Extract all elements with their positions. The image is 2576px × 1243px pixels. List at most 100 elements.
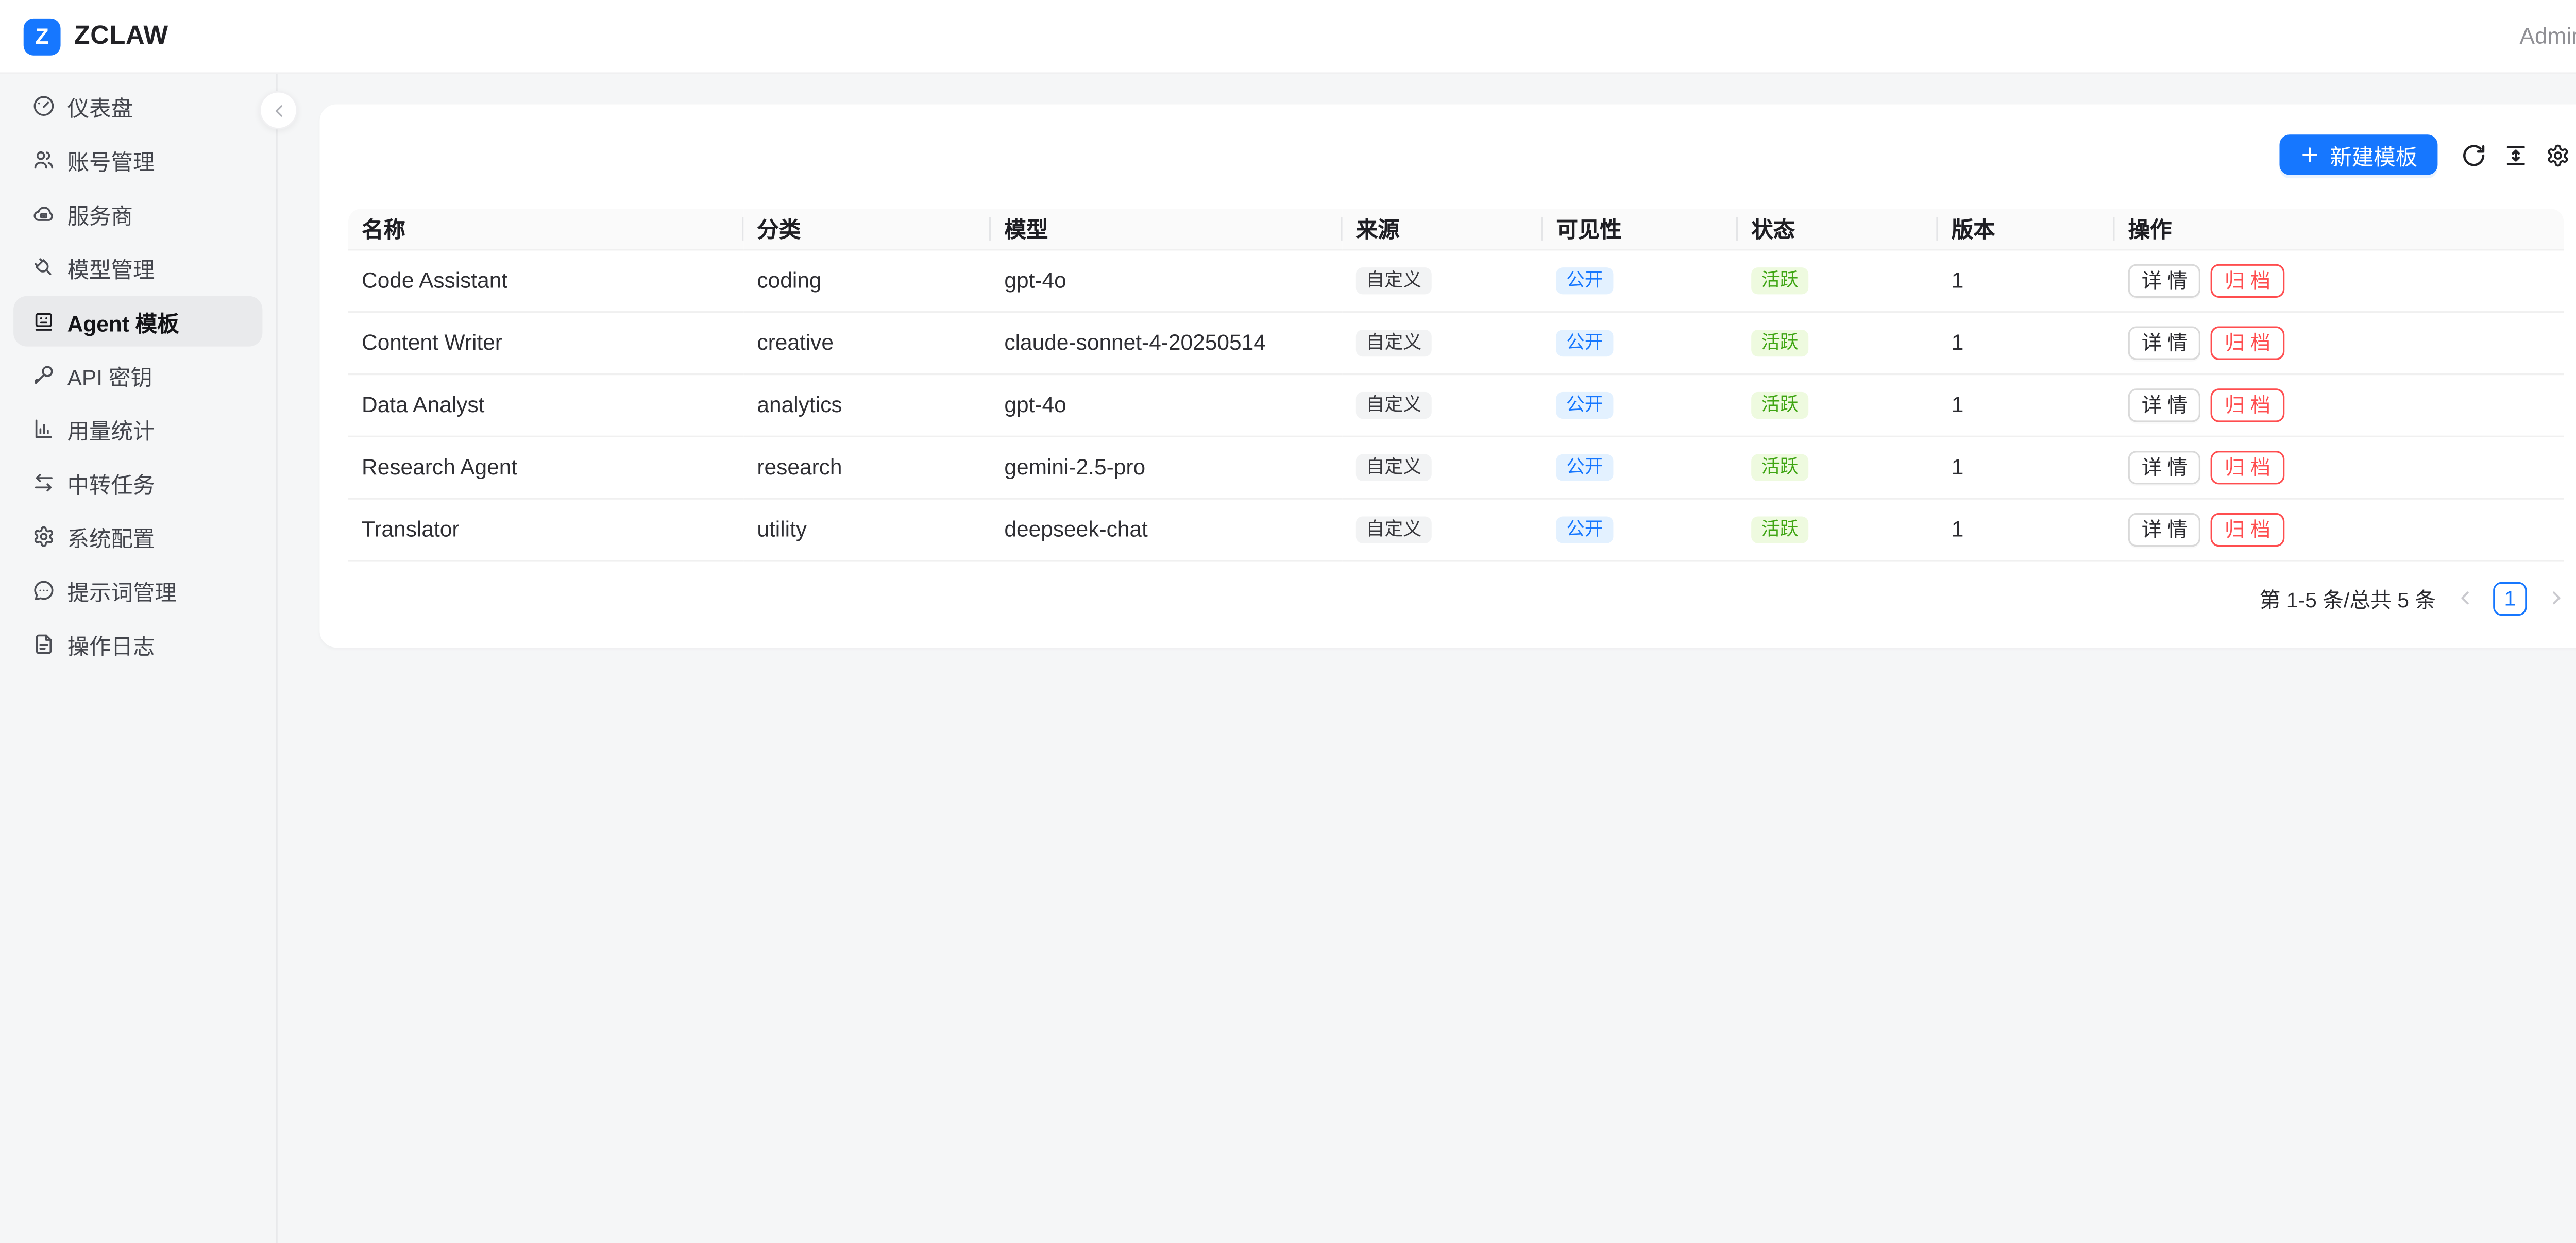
archive-button[interactable]: 归 档 (2211, 263, 2284, 297)
cell-source: 自定义 (1343, 373, 1543, 436)
cell-visibility: 公开 (1543, 436, 1738, 498)
name-text: Content Writer (362, 330, 502, 355)
archive-button[interactable]: 归 档 (2211, 326, 2284, 359)
category-text: research (757, 454, 842, 480)
cell-actions: 详 情归 档 (2114, 249, 2564, 311)
sidebar-item-label: 账号管理 (67, 144, 155, 176)
cell-name: Code Assistant (348, 249, 743, 311)
cell-category: creative (743, 311, 991, 373)
detail-button[interactable]: 详 情 (2128, 263, 2201, 297)
table-header-row: 名称分类模型来源可见性状态版本操作 (348, 209, 2564, 249)
column-header-visibility: 可见性 (1543, 209, 1738, 249)
cell-name: Translator (348, 498, 743, 560)
sidebar-item-message-dots[interactable]: 提示词管理 (13, 565, 262, 616)
visibility-tag: 公开 (1556, 516, 1613, 543)
sidebar-item-gear[interactable]: 系统配置 (13, 512, 262, 562)
app-header: Z ZCLAW Admin (0, 0, 2576, 74)
chevron-left-icon (2455, 589, 2474, 607)
detail-button[interactable]: 详 情 (2128, 512, 2201, 546)
sidebar-item-label: 系统配置 (67, 521, 155, 553)
key-icon (32, 363, 56, 387)
source-tag: 自定义 (1356, 330, 1432, 356)
version-text: 1 (1952, 392, 1964, 417)
detail-button[interactable]: 详 情 (2128, 326, 2201, 359)
status-tag: 活跃 (1751, 516, 1808, 543)
column-header-label: 分类 (757, 217, 801, 243)
status-tag: 活跃 (1751, 267, 1808, 294)
cell-model: gpt-4o (991, 249, 1342, 311)
sidebar-item-gauge[interactable]: 仪表盘 (13, 81, 262, 131)
templates-card: 新建模板 名称分类模型来源可见性状态版本操作 Code Assistantcod… (319, 104, 2576, 648)
table-row: Code Assistantcodinggpt-4o自定义公开活跃1详 情归 档 (348, 249, 2564, 311)
table-toolbar: 新建模板 (348, 134, 2570, 175)
new-template-button[interactable]: 新建模板 (2279, 134, 2437, 175)
model-text: claude-sonnet-4-20250514 (1004, 330, 1265, 355)
sidebar-item-users[interactable]: 账号管理 (13, 134, 262, 185)
cell-source: 自定义 (1343, 249, 1543, 311)
sidebar-item-file-text[interactable]: 操作日志 (13, 619, 262, 670)
column-header-actions: 操作 (2114, 209, 2564, 249)
sidebar-item-label: 模型管理 (67, 251, 155, 283)
density-button[interactable] (2502, 141, 2529, 168)
cell-model: gpt-4o (991, 373, 1342, 436)
version-text: 1 (1952, 454, 1964, 480)
chevron-right-icon (2546, 589, 2565, 607)
detail-button[interactable]: 详 情 (2128, 450, 2201, 483)
gauge-icon (32, 94, 56, 118)
pagination-prev-button[interactable] (2449, 583, 2480, 613)
cell-version: 1 (1938, 373, 2115, 436)
sidebar-item-label: 用量统计 (67, 413, 155, 445)
model-text: gpt-4o (1004, 392, 1066, 417)
cell-status: 活跃 (1738, 373, 1938, 436)
refresh-button[interactable] (2460, 141, 2486, 168)
sidebar-item-label: 服务商 (67, 198, 133, 230)
status-tag: 活跃 (1751, 454, 1808, 481)
column-header-label: 可见性 (1556, 217, 1621, 243)
column-header-status: 状态 (1738, 209, 1938, 249)
pagination-page-1[interactable]: 1 (2493, 581, 2527, 615)
name-text: Data Analyst (362, 392, 484, 417)
source-tag: 自定义 (1356, 392, 1432, 419)
table-settings-button[interactable] (2544, 141, 2570, 168)
cell-status: 活跃 (1738, 249, 1938, 311)
cell-status: 活跃 (1738, 498, 1938, 560)
sidebar-collapse-button[interactable] (259, 91, 298, 129)
visibility-tag: 公开 (1556, 267, 1613, 294)
category-text: creative (757, 330, 834, 355)
pagination-summary: 第 1-5 条/总共 5 条 (2260, 582, 2436, 614)
sidebar-item-cloud-server[interactable]: 服务商 (13, 189, 262, 239)
column-height-icon (2502, 142, 2528, 167)
sidebar-item-bot[interactable]: Agent 模板 (13, 296, 262, 347)
bot-icon (32, 310, 56, 333)
column-header-version: 版本 (1938, 209, 2115, 249)
column-header-label: 模型 (1004, 217, 1048, 243)
cell-visibility: 公开 (1543, 311, 1738, 373)
sidebar-item-transfer[interactable]: 中转任务 (13, 457, 262, 508)
new-template-label: 新建模板 (2330, 139, 2417, 171)
sidebar-item-key[interactable]: API 密钥 (13, 350, 262, 400)
detail-button[interactable]: 详 情 (2128, 388, 2201, 421)
archive-button[interactable]: 归 档 (2211, 450, 2284, 483)
sidebar-item-plug[interactable]: 模型管理 (13, 242, 262, 293)
table-row: Translatorutilitydeepseek-chat自定义公开活跃1详 … (348, 498, 2564, 560)
column-header-label: 名称 (362, 217, 405, 243)
cell-actions: 详 情归 档 (2114, 436, 2564, 498)
cell-version: 1 (1938, 436, 2115, 498)
archive-button[interactable]: 归 档 (2211, 512, 2284, 546)
cell-category: research (743, 436, 991, 498)
brand-logo: Z (24, 18, 61, 55)
column-header-category: 分类 (743, 209, 991, 249)
category-text: coding (757, 267, 821, 293)
model-text: gemini-2.5-pro (1004, 454, 1145, 480)
users-icon (32, 148, 56, 172)
transfer-icon (32, 471, 56, 495)
cell-version: 1 (1938, 498, 2115, 560)
cell-status: 活跃 (1738, 436, 1938, 498)
pagination-next-button[interactable] (2540, 583, 2571, 613)
status-tag: 活跃 (1751, 330, 1808, 356)
message-dots-icon (32, 578, 56, 602)
sidebar-item-bar-chart[interactable]: 用量统计 (13, 404, 262, 454)
user-menu[interactable]: Admin (2520, 24, 2576, 49)
brand-title: ZCLAW (74, 21, 168, 52)
archive-button[interactable]: 归 档 (2211, 388, 2284, 421)
